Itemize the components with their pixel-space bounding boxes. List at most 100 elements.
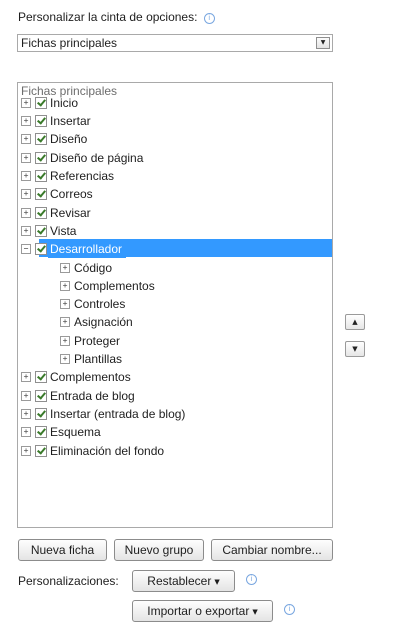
checkbox[interactable] [35, 188, 47, 201]
ribbon-tabs-dropdown-value: Fichas principales [21, 36, 118, 50]
checkbox[interactable] [35, 170, 47, 183]
customize-ribbon-label: Personalizar la cinta de opciones: i [18, 10, 215, 24]
info-icon: i [203, 13, 215, 24]
tree-item[interactable]: + Controles [18, 294, 332, 312]
expand-icon[interactable]: + [60, 354, 70, 365]
ribbon-tabs-tree[interactable]: Fichas principales + Inicio + Insertar + Dise… [17, 82, 333, 528]
new-tab-button[interactable]: Nueva ficha [18, 539, 107, 561]
tree-item[interactable]: + Esquema [18, 422, 332, 440]
reset-label: Restablecer [147, 574, 212, 588]
triangle-up-icon: ▲ [352, 318, 358, 326]
tree-item-label: Insertar [50, 114, 91, 129]
checkbox[interactable] [35, 371, 47, 384]
checkbox[interactable] [35, 224, 47, 237]
tree-item-label: Controles [74, 297, 126, 312]
tree-item[interactable]: + Referencias [18, 166, 332, 184]
expand-icon[interactable]: + [21, 372, 31, 383]
import-export-info-icon: i [284, 604, 295, 615]
collapse-icon[interactable]: − [21, 244, 31, 255]
reset-info-icon: i [246, 574, 257, 585]
move-up-button[interactable]: ▲ [345, 314, 365, 330]
tree-item[interactable]: + Diseño de página [18, 148, 332, 166]
expand-icon[interactable]: + [21, 189, 31, 200]
chevron-down-icon[interactable]: ▼ [316, 37, 330, 49]
tree-item-label: Proteger [74, 333, 121, 348]
reset-button[interactable]: Restablecer ▼ [132, 570, 235, 592]
expand-icon[interactable]: + [21, 390, 31, 401]
tree-item-label: Complementos [74, 278, 155, 293]
tree-item[interactable]: + Complementos [18, 368, 332, 386]
rename-button[interactable]: Cambiar nombre... [211, 539, 333, 561]
checkbox[interactable] [35, 115, 47, 128]
move-down-button[interactable]: ▼ [345, 341, 365, 357]
tree-item-label: Eliminación del fondo [50, 443, 165, 458]
tree-item-label: Asignación [74, 315, 133, 330]
tree-item[interactable]: + Asignación [18, 313, 332, 331]
expand-icon[interactable]: + [21, 408, 31, 419]
tree-item-label: Plantillas [74, 352, 123, 367]
rename-label: Cambiar nombre... [222, 543, 322, 557]
tree-item[interactable]: − Desarrollador [18, 239, 332, 259]
tree-item[interactable]: + Vista [18, 221, 332, 239]
expand-icon[interactable]: + [21, 225, 31, 236]
import-export-button[interactable]: Importar o exportar ▼ [132, 600, 273, 622]
expand-icon[interactable]: + [21, 152, 31, 163]
expand-icon[interactable]: + [60, 317, 70, 328]
expand-icon[interactable]: + [60, 280, 70, 291]
tree-item-label: Revisar [50, 205, 91, 220]
tree-item[interactable]: + Entrada de blog [18, 386, 332, 404]
tree-item-label: Insertar (entrada de blog) [50, 406, 186, 421]
tree-item[interactable]: + Diseño [18, 130, 332, 148]
tree-item-label: Diseño de página [50, 150, 144, 165]
expand-icon[interactable]: + [21, 97, 31, 108]
expand-icon[interactable]: + [60, 299, 70, 310]
tree-item-label: Entrada de blog [50, 388, 135, 403]
tree-item-label: Inicio [50, 95, 79, 110]
triangle-down-icon: ▼ [352, 345, 358, 353]
tree-item[interactable]: + Inicio [18, 93, 332, 111]
expand-icon[interactable]: + [21, 445, 31, 456]
customize-ribbon-text: Personalizar la cinta de opciones: [18, 10, 198, 24]
new-group-label: Nuevo grupo [124, 543, 194, 557]
tree-item-label: Complementos [50, 370, 131, 385]
import-export-label: Importar o exportar [147, 604, 250, 618]
expand-icon[interactable]: + [21, 134, 31, 145]
tree-item-label: Desarrollador [48, 240, 127, 259]
new-group-button[interactable]: Nuevo grupo [114, 539, 204, 561]
checkbox[interactable] [35, 243, 47, 256]
checkbox[interactable] [35, 151, 47, 164]
expand-icon[interactable]: + [21, 427, 31, 438]
expand-icon[interactable]: + [21, 116, 31, 127]
expand-icon[interactable]: + [60, 262, 70, 273]
tree-item-label: Esquema [50, 425, 101, 440]
caret-down-icon: ▼ [214, 578, 220, 586]
tree-item[interactable]: + Insertar [18, 111, 332, 129]
tree-item[interactable]: + Proteger [18, 331, 332, 349]
tree-item-label: Diseño [50, 132, 88, 147]
caret-down-icon: ▼ [252, 608, 258, 616]
tree-item[interactable]: + Código [18, 258, 332, 276]
tree-item-label: Código [74, 260, 113, 275]
tree-item-label: Correos [50, 187, 93, 202]
tree-item[interactable]: + Plantillas [18, 349, 332, 367]
checkbox[interactable] [35, 206, 47, 219]
tree-item[interactable]: + Complementos [18, 276, 332, 294]
new-tab-label: Nueva ficha [30, 543, 95, 557]
tree-item[interactable]: + Insertar (entrada de blog) [18, 404, 332, 422]
ribbon-tabs-dropdown[interactable]: Fichas principales ▼ [17, 34, 333, 52]
tree-item[interactable]: + Correos [18, 185, 332, 203]
tree-item[interactable]: + Revisar [18, 203, 332, 221]
checkbox[interactable] [35, 444, 47, 457]
checkbox[interactable] [35, 96, 47, 109]
checkbox[interactable] [35, 133, 47, 146]
tree-item-label: Vista [50, 223, 77, 238]
checkbox[interactable] [35, 389, 47, 402]
tree-item-label: Referencias [50, 169, 115, 184]
expand-icon[interactable]: + [21, 207, 31, 218]
customizations-label: Personalizaciones: [18, 574, 119, 588]
tree-item[interactable]: + Eliminación del fondo [18, 441, 332, 459]
expand-icon[interactable]: + [60, 335, 70, 346]
checkbox[interactable] [35, 426, 47, 439]
checkbox[interactable] [35, 407, 47, 420]
expand-icon[interactable]: + [21, 171, 31, 182]
